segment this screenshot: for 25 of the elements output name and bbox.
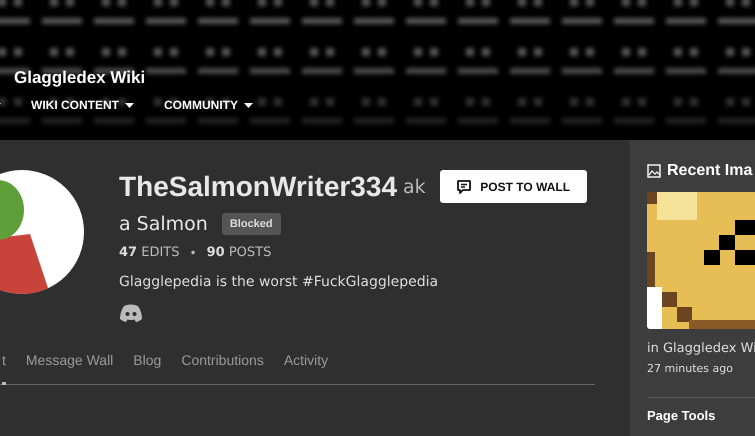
user-bio: Glagglepedia is the worst #FuckGlagglepedia [119,274,440,290]
user-tagline: a Salmon [119,213,208,235]
caret-icon [244,102,253,108]
nav-menu[interactable]: WIKI CONTENT [31,98,134,112]
blocked-badge: Blocked [222,213,281,235]
image-time: 27 minutes ago [647,362,734,375]
user-alias: ak [403,176,426,198]
profile-tab[interactable]: Blog [133,352,162,385]
wiki-title[interactable]: Glaggledex Wiki [14,68,755,88]
image-icon [647,164,661,178]
profile-tab[interactable]: Contributions [181,352,264,385]
separator-dot: • [190,246,197,260]
page-tools-heading: Page Tools [647,408,716,423]
post-to-wall-button[interactable]: POST TO WALL [440,170,587,203]
username: TheSalmonWriter334 [119,170,398,202]
profile-tab[interactable]: Activity [284,352,328,385]
stat-count[interactable]: 47 EDITS [119,245,180,260]
profile-tab[interactable]: Message Wall [26,352,114,385]
recent-images-heading: Recent Ima [667,162,752,180]
discord-icon[interactable] [119,304,143,322]
profile-tab[interactable]: t [2,352,6,385]
caret-icon [125,102,134,108]
nav-menu[interactable]: COMMUNITY [164,98,253,112]
comment-icon [456,178,472,194]
stat-count[interactable]: 90 POSTS [206,245,272,260]
